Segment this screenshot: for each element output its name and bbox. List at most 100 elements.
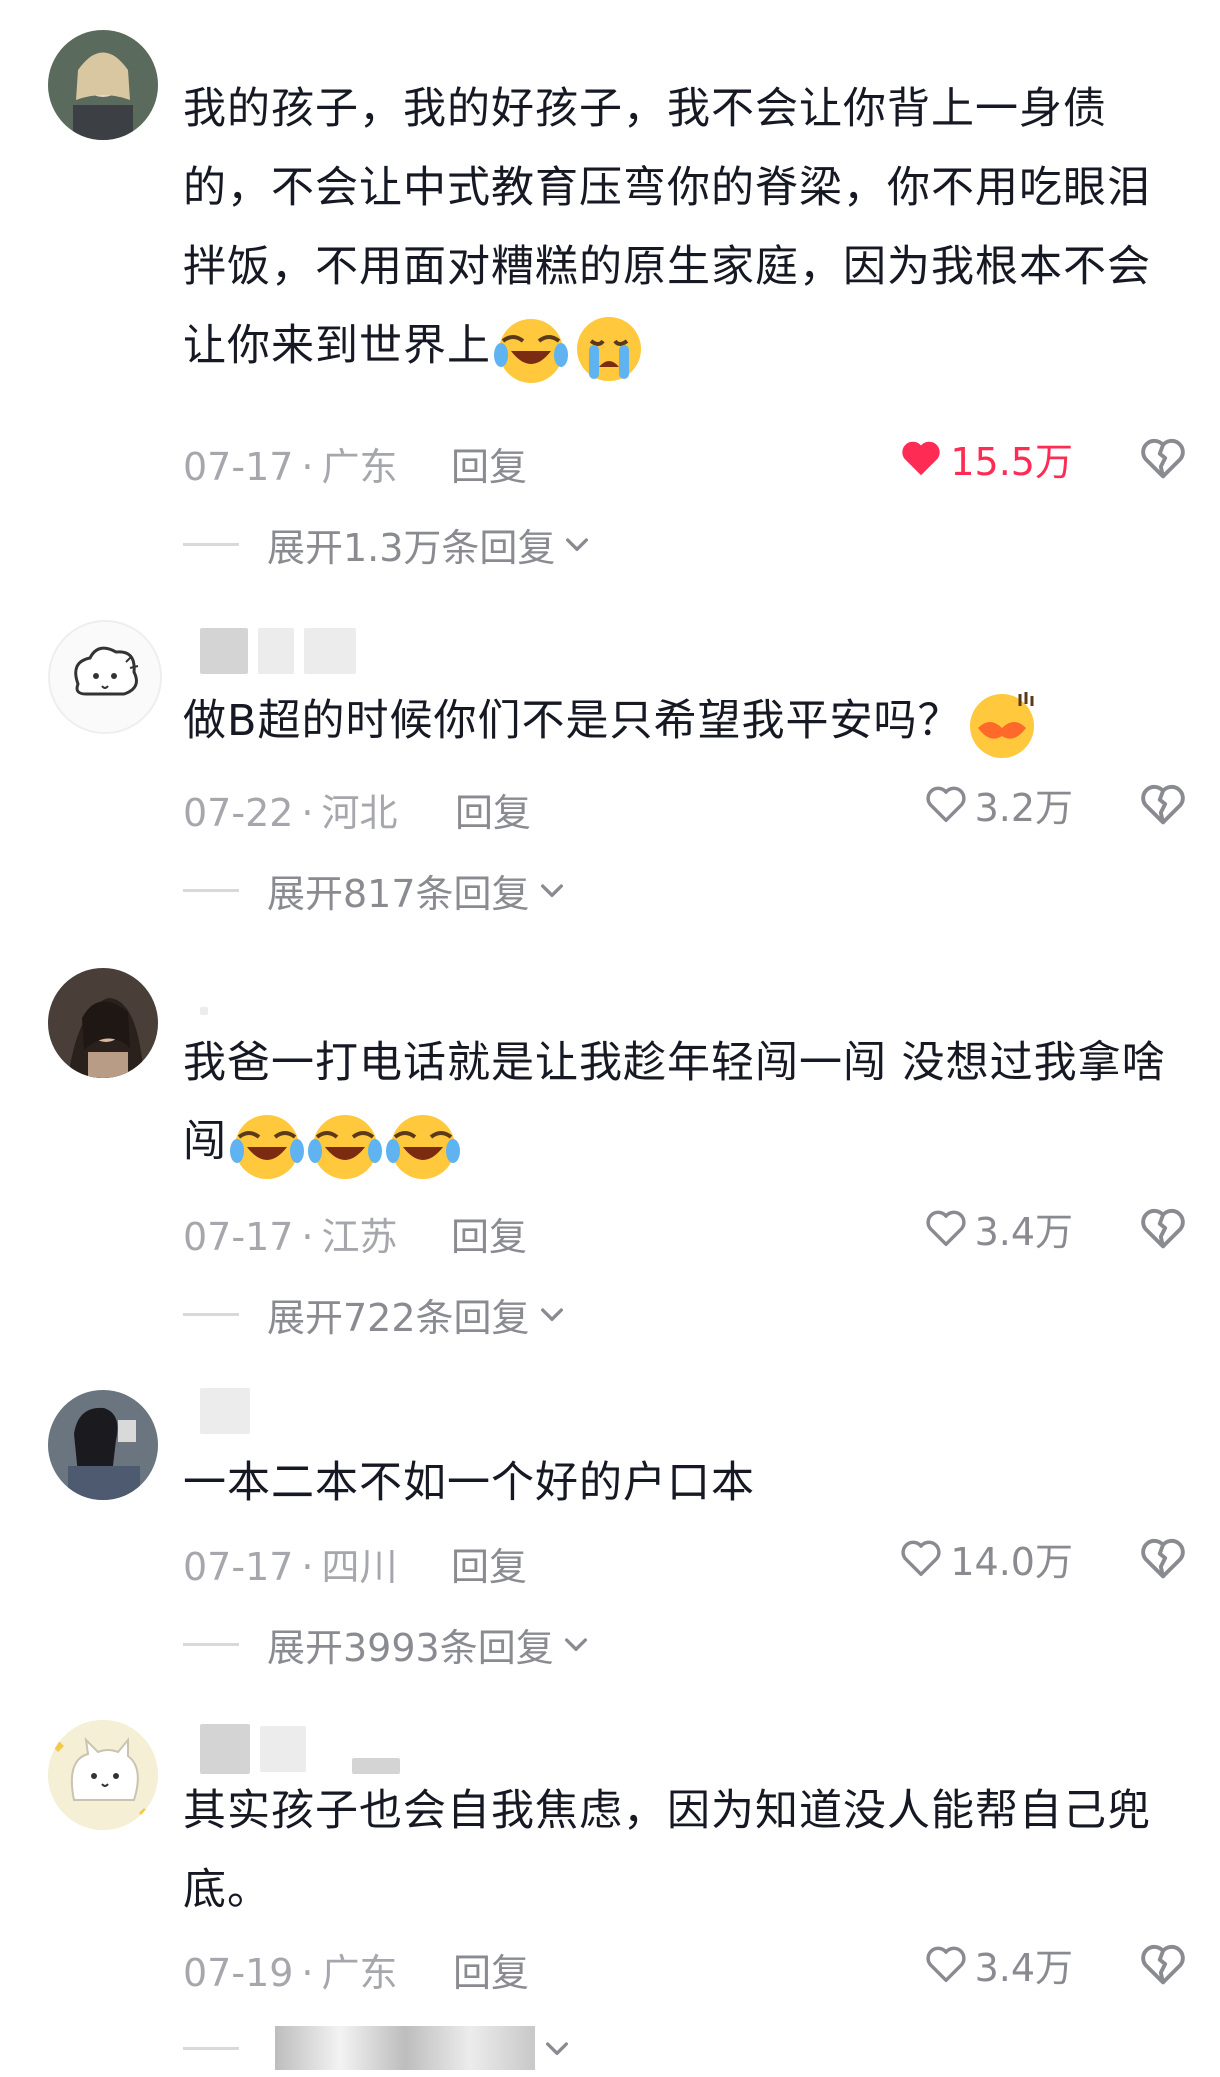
avatar[interactable] xyxy=(48,30,158,140)
chevron-down-icon xyxy=(540,884,563,897)
redacted-block xyxy=(200,628,248,674)
comment-location: 广东 xyxy=(321,1951,398,1995)
separator-dot: · xyxy=(301,445,314,489)
expand-replies-label: 展开722条回复 xyxy=(267,1295,530,1340)
laugh-cry-emoji xyxy=(230,1114,304,1179)
expand-replies-label: 展开3993条回复 xyxy=(267,1625,554,1670)
like-button[interactable]: 3.4万 xyxy=(923,1198,1073,1258)
comment-location: 江苏 xyxy=(321,1215,398,1259)
heart-icon xyxy=(926,1946,966,1983)
comment-text-content: 一本二本不如一个好的户口本 xyxy=(183,1458,755,1508)
comment-date-location: 07-17 · 江苏 xyxy=(183,1206,398,1261)
expand-divider xyxy=(183,888,239,892)
expand-divider xyxy=(183,1312,239,1316)
like-button[interactable]: 3.4万 xyxy=(923,1934,1073,1994)
comment-date-location: 07-17 · 广东 xyxy=(183,436,398,491)
comment-date-location: 07-19 · 广东 xyxy=(183,1942,398,1997)
expand-replies-button[interactable]: 展开1.3万条回复 xyxy=(183,516,883,572)
like-count: 14.0万 xyxy=(950,1539,1073,1584)
expand-replies-label: 展开817条回复 xyxy=(267,871,530,916)
redacted-block xyxy=(304,628,356,674)
chevron-down-icon xyxy=(566,538,589,551)
comment-location: 四川 xyxy=(321,1545,398,1589)
comment-date: 07-17 xyxy=(183,1545,294,1589)
comment-date: 07-17 xyxy=(183,445,294,489)
comment-text: 其实孩子也会自我焦虑，因为知道没人能帮自己兜底。 xyxy=(183,1772,1173,1930)
heart-icon xyxy=(901,1540,941,1577)
laugh-cry-emoji xyxy=(386,1114,460,1179)
laugh-cry-emoji xyxy=(308,1114,382,1179)
separator-dot: · xyxy=(301,1215,314,1259)
like-count: 3.4万 xyxy=(974,1945,1073,1990)
comment-date: 07-19 xyxy=(183,1951,294,1995)
username-redacted[interactable] xyxy=(200,1724,400,1774)
avatar[interactable] xyxy=(48,1390,158,1500)
like-count: 3.4万 xyxy=(974,1209,1073,1254)
like-button[interactable]: 15.5万 xyxy=(898,428,1073,488)
heart-icon xyxy=(902,441,941,476)
expand-replies-button[interactable] xyxy=(183,2020,883,2076)
kiss-lips-emoji xyxy=(969,691,1034,758)
comment-text: 我爸一打电话就是让我趁年轻闯一闯 没想过我拿啥闯 xyxy=(183,1024,1173,1183)
like-count: 15.5万 xyxy=(950,439,1073,484)
avatar[interactable] xyxy=(48,620,162,734)
redacted-block xyxy=(200,1007,208,1015)
reply-button[interactable]: 回复 xyxy=(451,1206,527,1261)
heart-icon xyxy=(926,786,966,823)
broken-heart-icon[interactable] xyxy=(1137,1202,1189,1254)
redacted-expand-label xyxy=(275,2026,535,2070)
broken-heart-icon[interactable] xyxy=(1137,778,1189,830)
comment-text: 我的孩子，我的好孩子，我不会让你背上一身债的，不会让中式教育压弯你的脊梁，你不用… xyxy=(183,70,1173,387)
broken-heart-icon[interactable] xyxy=(1137,1532,1189,1584)
redacted-block xyxy=(260,1726,306,1772)
expand-divider xyxy=(183,542,239,546)
heart-icon xyxy=(926,1210,966,1247)
expand-replies-button[interactable]: 展开817条回复 xyxy=(183,862,883,918)
comment-text: 一本二本不如一个好的户口本 xyxy=(183,1444,1173,1523)
comment-date: 07-17 xyxy=(183,1215,294,1259)
comment-text-content: 我的孩子，我的好孩子，我不会让你背上一身债的，不会让中式教育压弯你的脊梁，你不用… xyxy=(183,84,1151,371)
username-redacted[interactable] xyxy=(200,1388,250,1434)
comment-meta: 07-17 · 江苏 回复 3.4万 xyxy=(183,1198,1185,1261)
avatar[interactable] xyxy=(48,1720,158,1830)
comment-meta: 07-19 · 广东 回复 3.4万 xyxy=(183,1934,1185,1997)
crying-emoji xyxy=(577,316,641,381)
expand-replies-button[interactable]: 展开722条回复 xyxy=(183,1286,883,1342)
comment-date-location: 07-22 · 河北 xyxy=(183,782,398,837)
expand-replies-label: 展开1.3万条回复 xyxy=(267,525,556,570)
comment-meta: 07-17 · 广东 回复 15.5万 xyxy=(183,428,1185,491)
avatar[interactable] xyxy=(48,968,158,1078)
like-count: 3.2万 xyxy=(974,785,1073,830)
like-button[interactable]: 3.2万 xyxy=(923,774,1073,834)
reply-button[interactable]: 回复 xyxy=(451,1536,527,1591)
expand-divider xyxy=(183,1642,239,1646)
separator-dot: · xyxy=(301,1545,314,1589)
comment-text-content: 其实孩子也会自我焦虑，因为知道没人能帮自己兜底。 xyxy=(183,1786,1151,1915)
comment-text: 做B超的时候你们不是只希望我平安吗？ xyxy=(183,682,1173,762)
redacted-block xyxy=(200,1388,250,1434)
redacted-block xyxy=(200,1724,250,1774)
username-redacted[interactable] xyxy=(200,628,356,674)
comment-meta: 07-17 · 四川 回复 14.0万 xyxy=(183,1528,1185,1591)
redacted-block xyxy=(258,628,294,674)
chevron-down-icon xyxy=(564,1638,587,1651)
chevron-down-icon xyxy=(540,1308,563,1321)
reply-button[interactable]: 回复 xyxy=(455,782,531,837)
comment-text-content: 做B超的时候你们不是只希望我平安吗？ xyxy=(183,696,962,746)
broken-heart-icon[interactable] xyxy=(1137,1938,1189,1990)
expand-replies-button[interactable]: 展开3993条回复 xyxy=(183,1616,883,1672)
comment-location: 广东 xyxy=(321,445,398,489)
username-redacted[interactable] xyxy=(200,976,208,1022)
like-button[interactable]: 14.0万 xyxy=(898,1528,1073,1588)
separator-dot: · xyxy=(301,1951,314,1995)
reply-button[interactable]: 回复 xyxy=(453,1942,529,1997)
chevron-down-icon xyxy=(546,2042,568,2055)
comment-location: 河北 xyxy=(321,791,398,835)
separator-dot: · xyxy=(301,791,314,835)
comment-meta: 07-22 · 河北 回复 3.2万 xyxy=(183,774,1185,837)
expand-divider xyxy=(183,2046,239,2050)
comment-date: 07-22 xyxy=(183,791,294,835)
comment-date-location: 07-17 · 四川 xyxy=(183,1536,398,1591)
broken-heart-icon[interactable] xyxy=(1137,432,1189,484)
reply-button[interactable]: 回复 xyxy=(451,436,527,491)
